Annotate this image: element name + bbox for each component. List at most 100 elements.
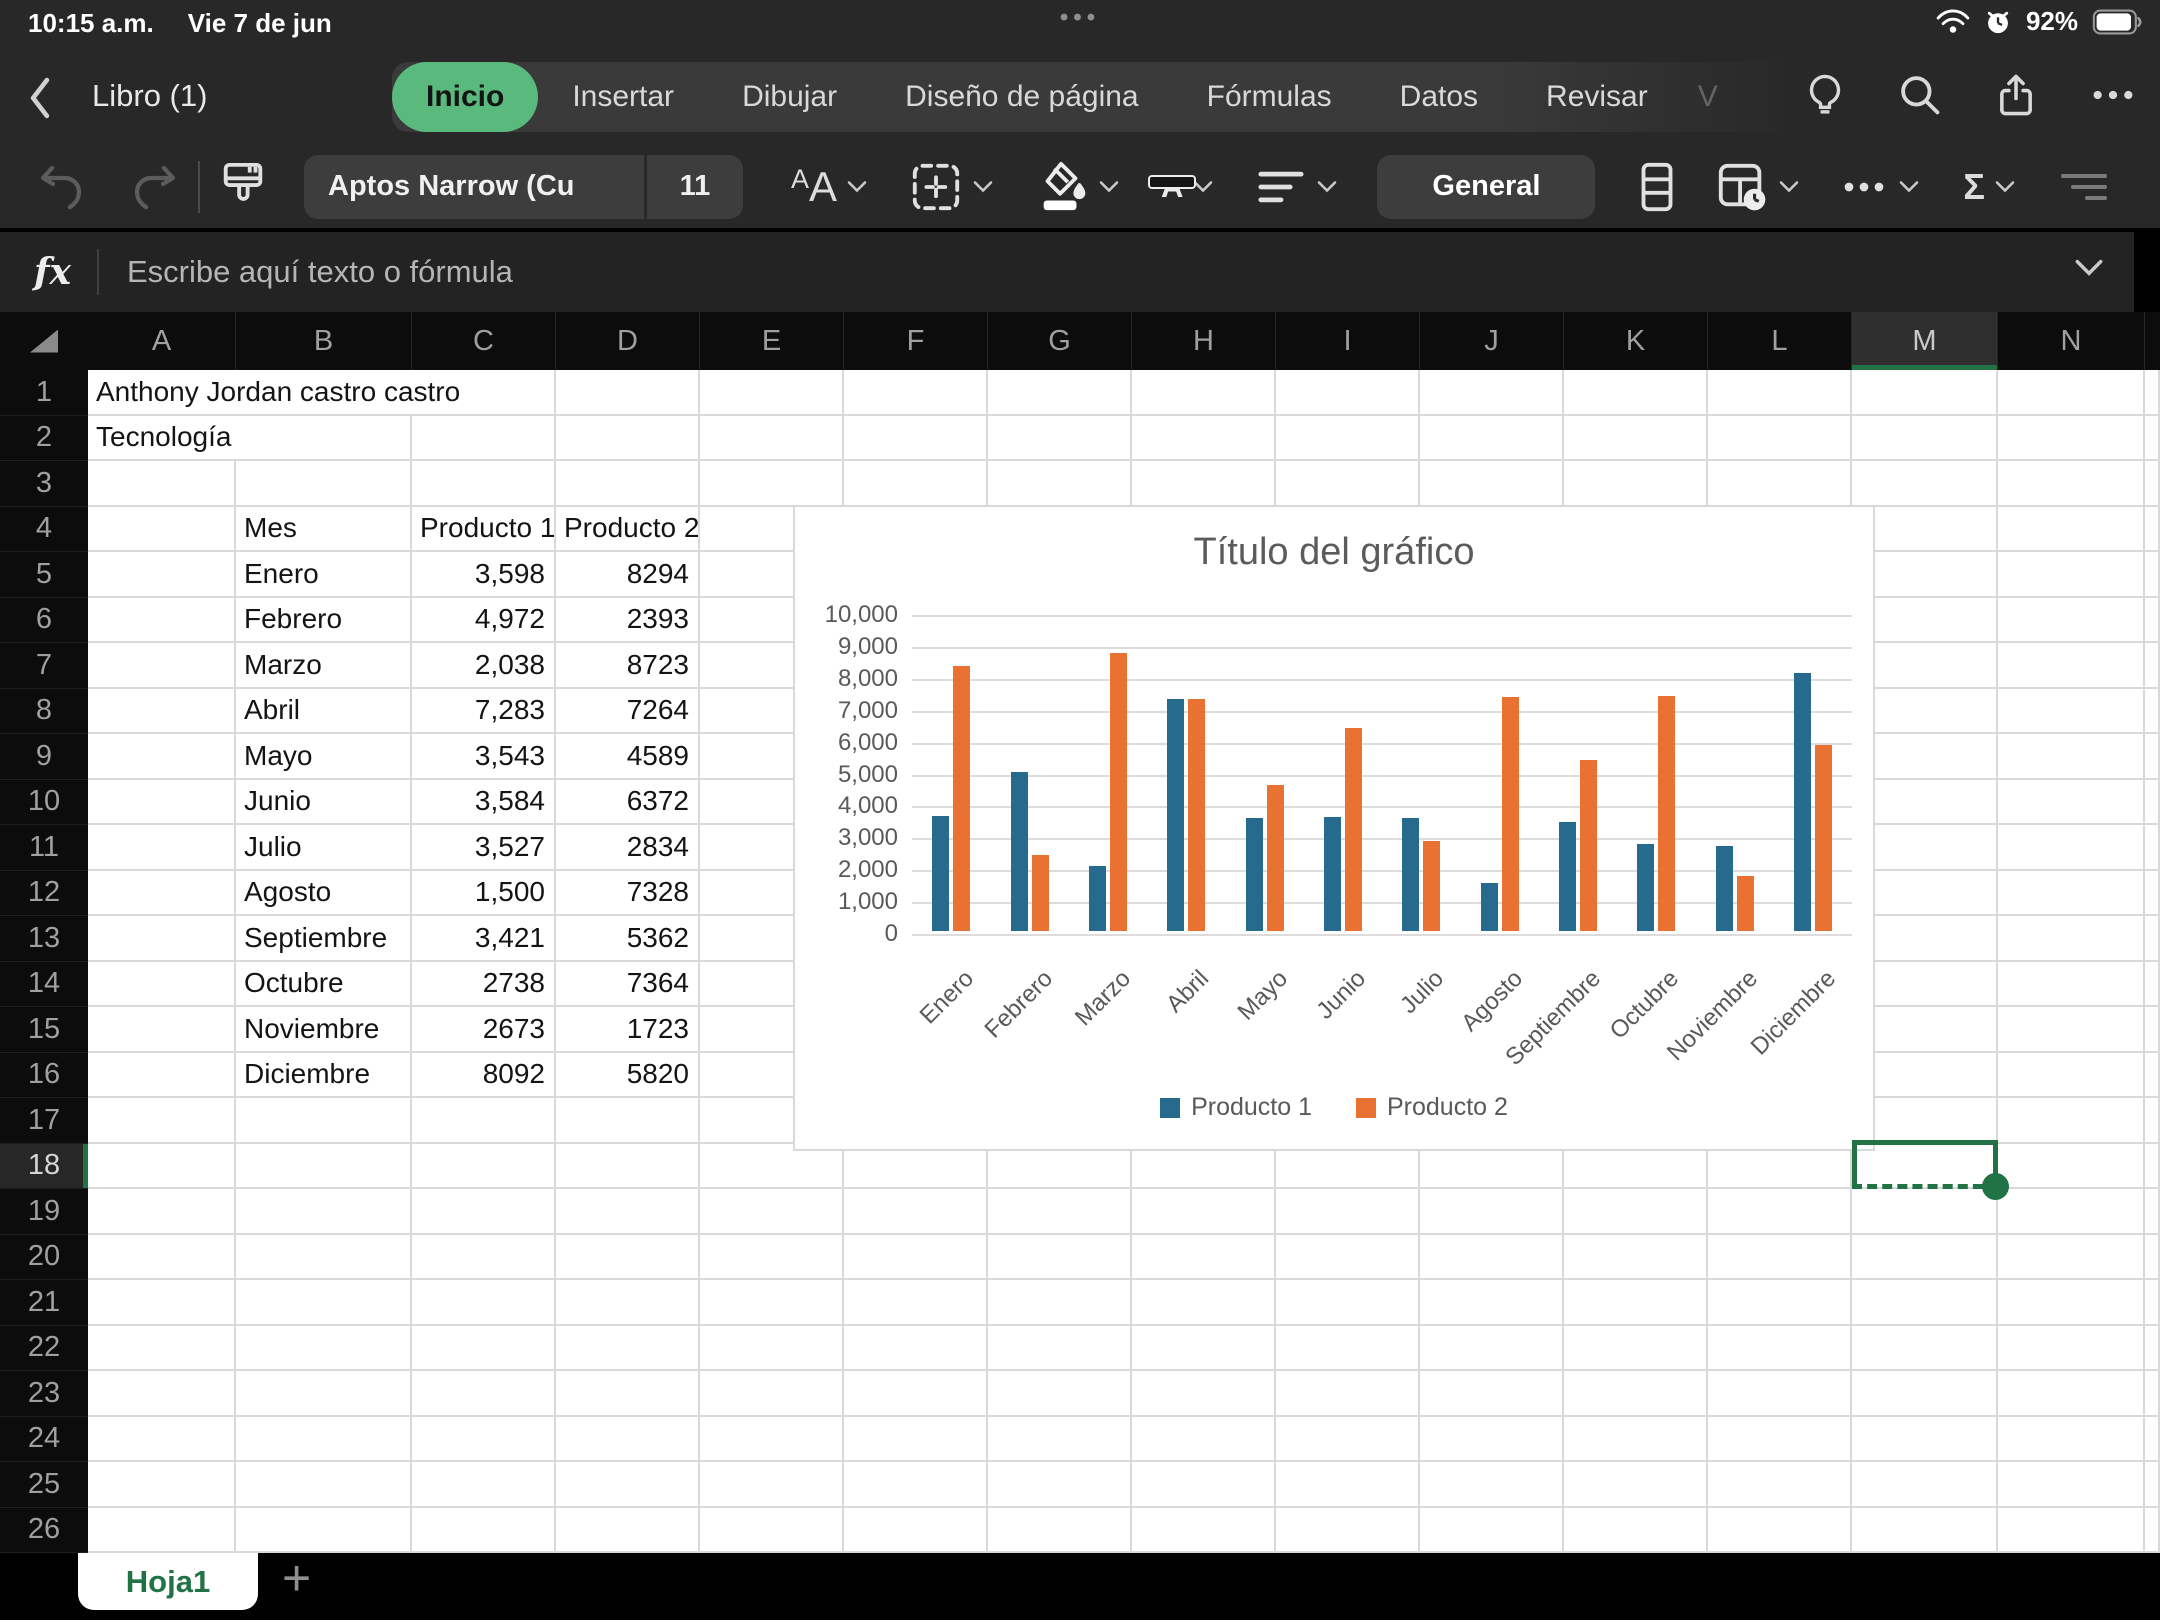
formula-bar[interactable]: fx Escribe aquí texto o fórmula — [0, 232, 2134, 312]
cell-N24[interactable] — [1998, 1416, 2145, 1462]
cell-K19[interactable] — [1564, 1189, 1708, 1235]
cell-A12[interactable] — [88, 870, 236, 916]
cell-C5[interactable]: 3,598 — [412, 552, 556, 598]
cell-H25[interactable] — [1132, 1462, 1276, 1508]
cell-A21[interactable] — [88, 1280, 236, 1326]
cell-K24[interactable] — [1564, 1416, 1708, 1462]
cell-N7[interactable] — [1998, 643, 2145, 689]
cell-H19[interactable] — [1132, 1189, 1276, 1235]
cell-B14[interactable]: Octubre — [236, 961, 412, 1007]
cell-G26[interactable] — [988, 1507, 1132, 1553]
cell-D22[interactable] — [556, 1325, 700, 1371]
cell-I21[interactable] — [1276, 1280, 1420, 1326]
cell-N21[interactable] — [1998, 1280, 2145, 1326]
cell-G21[interactable] — [988, 1280, 1132, 1326]
cell-G19[interactable] — [988, 1189, 1132, 1235]
cell-A14[interactable] — [88, 961, 236, 1007]
cell-A23[interactable] — [88, 1371, 236, 1417]
cell-C14[interactable]: 2738 — [412, 961, 556, 1007]
cell-N22[interactable] — [1998, 1325, 2145, 1371]
ribbon-tab-dibujar[interactable]: Dibujar — [708, 62, 871, 132]
cell-N14[interactable] — [1998, 961, 2145, 1007]
cell-N23[interactable] — [1998, 1371, 2145, 1417]
cell-K20[interactable] — [1564, 1234, 1708, 1280]
cell-A4[interactable] — [88, 506, 236, 552]
cell-I22[interactable] — [1276, 1325, 1420, 1371]
cell-A13[interactable] — [88, 916, 236, 962]
cell-M20[interactable] — [1852, 1234, 1998, 1280]
cell-C19[interactable] — [412, 1189, 556, 1235]
cell-M21[interactable] — [1852, 1280, 1998, 1326]
cell-J26[interactable] — [1420, 1507, 1564, 1553]
cell-F24[interactable] — [844, 1416, 988, 1462]
cell-E25[interactable] — [700, 1462, 844, 1508]
cell-D3[interactable] — [556, 461, 700, 507]
row-header-12[interactable]: 12 — [0, 870, 88, 916]
cell-I26[interactable] — [1276, 1507, 1420, 1553]
cell-M22[interactable] — [1852, 1325, 1998, 1371]
cell-C12[interactable]: 1,500 — [412, 870, 556, 916]
cell-H2[interactable] — [1132, 415, 1276, 461]
cell-A25[interactable] — [88, 1462, 236, 1508]
cell-E23[interactable] — [700, 1371, 844, 1417]
cell-D7[interactable]: 8723 — [556, 643, 700, 689]
cell-K1[interactable] — [1564, 370, 1708, 416]
cell-L23[interactable] — [1708, 1371, 1852, 1417]
cell-E3[interactable] — [700, 461, 844, 507]
cell-L3[interactable] — [1708, 461, 1852, 507]
cell-G3[interactable] — [988, 461, 1132, 507]
cell-A19[interactable] — [88, 1189, 236, 1235]
cell-F25[interactable] — [844, 1462, 988, 1508]
cell-A11[interactable] — [88, 825, 236, 871]
cell-A17[interactable] — [88, 1098, 236, 1144]
cell-H3[interactable] — [1132, 461, 1276, 507]
cell-F22[interactable] — [844, 1325, 988, 1371]
column-header-M[interactable]: M — [1852, 312, 1998, 370]
cell-G1[interactable] — [988, 370, 1132, 416]
cell-D18[interactable] — [556, 1143, 700, 1189]
row-header-23[interactable]: 23 — [0, 1371, 88, 1417]
cell-L25[interactable] — [1708, 1462, 1852, 1508]
cell-A16[interactable] — [88, 1052, 236, 1098]
cell-I23[interactable] — [1276, 1371, 1420, 1417]
cell-B16[interactable]: Diciembre — [236, 1052, 412, 1098]
cell-A7[interactable] — [88, 643, 236, 689]
cell-C13[interactable]: 3,421 — [412, 916, 556, 962]
column-header-D[interactable]: D — [556, 312, 700, 370]
cell-B7[interactable]: Marzo — [236, 643, 412, 689]
ribbon-tab-datos[interactable]: Datos — [1366, 62, 1512, 132]
column-header-C[interactable]: C — [412, 312, 556, 370]
row-header-2[interactable]: 2 — [0, 415, 88, 461]
active-cell-selection[interactable] — [1852, 1139, 2009, 1200]
cell-M25[interactable] — [1852, 1462, 1998, 1508]
embedded-chart[interactable]: Título del gráfico 0 1,000 2,000 3,000 4,000 5… — [793, 505, 1875, 1151]
alignment-button[interactable] — [1255, 165, 1307, 209]
format-painter-icon[interactable] — [218, 159, 268, 215]
cell-A2[interactable]: Tecnología — [88, 415, 412, 461]
cell-C22[interactable] — [412, 1325, 556, 1371]
cell-J22[interactable] — [1420, 1325, 1564, 1371]
column-header-J[interactable]: J — [1420, 312, 1564, 370]
cell-N20[interactable] — [1998, 1234, 2145, 1280]
cell-D21[interactable] — [556, 1280, 700, 1326]
cell-B19[interactable] — [236, 1189, 412, 1235]
ribbon-tab-fórmulas[interactable]: Fórmulas — [1173, 62, 1366, 132]
row-header-3[interactable]: 3 — [0, 461, 88, 507]
select-all-corner[interactable] — [0, 312, 88, 370]
cell-E1[interactable] — [700, 370, 844, 416]
row-header-20[interactable]: 20 — [0, 1234, 88, 1280]
cell-D16[interactable]: 5820 — [556, 1052, 700, 1098]
column-header-K[interactable]: K — [1564, 312, 1708, 370]
cell-B22[interactable] — [236, 1325, 412, 1371]
cell-N3[interactable] — [1998, 461, 2145, 507]
cell-M2[interactable] — [1852, 415, 1998, 461]
cell-A9[interactable] — [88, 734, 236, 780]
redo-icon[interactable] — [128, 161, 180, 213]
column-header-F[interactable]: F — [844, 312, 988, 370]
cell-H23[interactable] — [1132, 1371, 1276, 1417]
cell-L2[interactable] — [1708, 415, 1852, 461]
cell-B20[interactable] — [236, 1234, 412, 1280]
cell-B11[interactable]: Julio — [236, 825, 412, 871]
column-header-E[interactable]: E — [700, 312, 844, 370]
cell-C15[interactable]: 2673 — [412, 1007, 556, 1053]
